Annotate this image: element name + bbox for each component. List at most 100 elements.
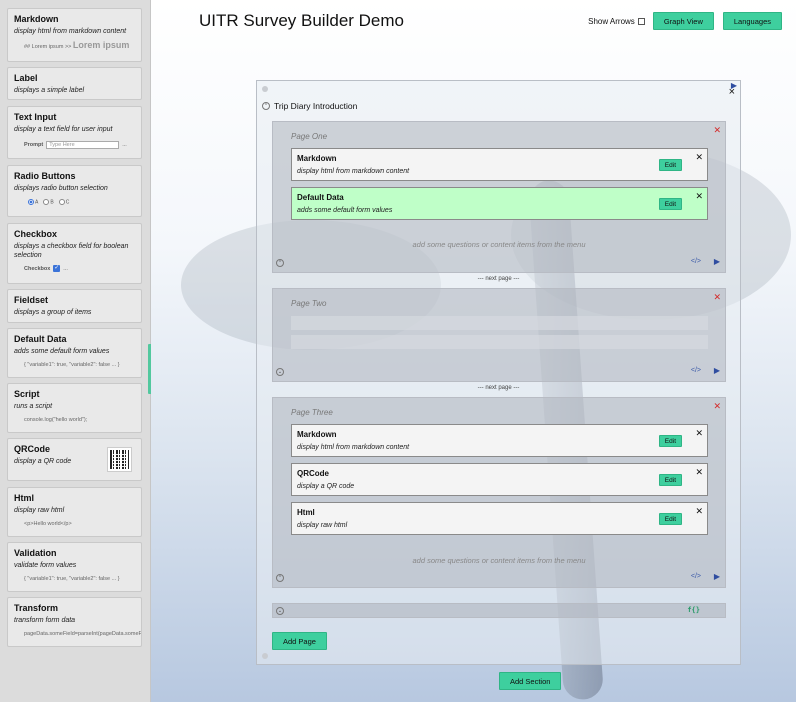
palette-item-desc: displays radio button selection [14,185,108,192]
palette-item-radio-buttons[interactable]: Radio Buttons displays radio button sele… [7,165,142,217]
palette-item-title: Transform [14,603,59,613]
content-item-highlighted[interactable]: Default Data adds some default form valu… [291,187,708,220]
palette-item-sample: <p>Hello world</p> [24,521,72,527]
header-toolbar: Show Arrows Graph View Languages [588,12,782,30]
palette-item-default-data[interactable]: Default Data adds some default form valu… [7,328,142,378]
delete-page-icon[interactable]: ✕ [713,292,721,303]
checkbox-preview: Checkbox ✓ ... [14,265,135,272]
show-arrows-checkbox[interactable] [637,17,645,25]
add-section-button[interactable]: Add Section [499,672,562,690]
palette-item-title: Text Input [14,112,57,122]
palette-item-transform[interactable]: Transform transform form data pageData.s… [7,597,142,647]
ellipsis: ... [122,142,127,148]
edit-button[interactable]: Edit [658,474,682,486]
remove-item-icon[interactable]: ✕ [695,467,703,478]
content-item[interactable]: Markdown display html from markdown cont… [291,148,708,181]
radio-option: C [58,199,69,205]
delete-page-icon[interactable]: ✕ [713,125,721,136]
empty-drop-hint: add some questions or content items from… [412,556,586,565]
show-arrows-toggle[interactable]: Show Arrows [588,17,645,26]
palette-item-title: Label [14,73,38,83]
palette-item-sample: ## Lorem ipsum >> Lorem ipsum [14,40,135,50]
add-page-button[interactable]: Add Page [272,632,327,650]
palette-item-title: Default Data [14,334,67,344]
play-icon[interactable]: ▶ [714,366,720,375]
collapse-chevron-icon[interactable]: ⌃ [262,102,270,110]
section-connector-dot[interactable] [262,653,268,659]
code-view-icon[interactable]: </> [691,258,701,265]
item-title: QRCode [297,469,329,478]
palette-item-label[interactable]: Label displays a simple label [7,67,142,100]
script-function-icon[interactable]: f{} [687,606,700,614]
remove-item-icon[interactable]: ✕ [695,191,703,202]
remove-item-icon[interactable]: ✕ [695,152,703,163]
play-icon[interactable]: ▶ [714,257,720,266]
palette-item-title: Checkbox [14,229,58,239]
expand-chevron-icon[interactable]: ⌄ [276,607,284,615]
edit-button[interactable]: Edit [658,435,682,447]
palette-item-title: Script [14,389,40,399]
radio-unchecked-icon [58,199,65,205]
content-item[interactable]: Markdown display html from markdown cont… [291,424,708,457]
palette-item-html[interactable]: Html display raw html <p>Hello world</p> [7,487,142,537]
page-footer: ⌃ </> ▶ [276,572,722,584]
delete-page-icon[interactable]: ✕ [713,401,721,412]
survey-section: × ⌃ Trip Diary Introduction Page One ✕ M… [256,80,741,665]
palette-item-desc: display a text field for user input [14,126,113,133]
radio-checked-icon [28,199,34,205]
page-title: UITR Survey Builder Demo [199,11,405,30]
qrcode-icon [107,447,132,472]
content-item[interactable]: Html display raw html Edit ✕ [291,502,708,535]
palette-item-markdown[interactable]: Markdown display html from markdown cont… [7,8,142,62]
edit-button[interactable]: Edit [658,198,682,210]
play-icon[interactable]: ▶ [714,572,720,581]
page-title[interactable]: Page Three [291,408,333,417]
ellipsis: ... [63,265,68,272]
collapse-chevron-icon[interactable]: ⌃ [276,574,284,582]
show-arrows-label: Show Arrows [588,16,635,26]
palette-item-validation[interactable]: Validation validate form values { "varia… [7,542,142,592]
section-title[interactable]: Trip Diary Introduction [274,101,357,111]
radio-option: A [28,199,38,205]
remove-item-icon[interactable]: ✕ [695,428,703,439]
edit-button[interactable]: Edit [658,159,682,171]
palette-item-desc: transform form data [14,617,76,624]
next-page-divider: --- next page --- [477,385,520,391]
palette-item-title: Radio Buttons [14,171,76,181]
edit-button[interactable]: Edit [658,513,682,525]
radio-preview: A B C [14,199,135,205]
palette-item-title: Markdown [14,14,59,24]
languages-button[interactable]: Languages [722,12,782,30]
item-desc: display raw html [297,522,348,529]
empty-item-slot [291,335,708,349]
expand-chevron-icon[interactable]: ⌄ [276,368,284,376]
palette-item-desc: displays a checkbox field for boolean se… [14,243,129,259]
content-item[interactable]: QRCode display a QR code Edit ✕ [291,463,708,496]
item-title: Markdown [297,154,337,163]
code-view-icon[interactable]: </> [691,573,701,580]
radio-unchecked-icon [43,199,50,205]
page-title[interactable]: Page One [291,132,327,141]
palette-item-fieldset[interactable]: Fieldset displays a group of items [7,289,142,323]
page-title[interactable]: Page Two [291,299,326,308]
palette-item-desc: runs a script [14,403,53,410]
page-card: Page Two ✕ ⌄ </> ▶ [272,288,726,382]
palette-item-title: Validation [14,548,57,558]
palette-item-checkbox[interactable]: Checkbox displays a checkbox field for b… [7,223,142,284]
graph-view-button[interactable]: Graph View [652,12,714,30]
page-card: Page Three ✕ Markdown display html from … [272,397,726,588]
palette-item-sample: console.log("hello world"); [24,417,88,423]
code-view-icon[interactable]: </> [691,367,701,374]
play-icon[interactable]: ▶ [731,81,737,661]
remove-item-icon[interactable]: ✕ [695,506,703,517]
next-page-divider: --- next page --- [477,276,520,282]
collapse-chevron-icon[interactable]: ⌃ [276,259,284,267]
section-connector-dot[interactable] [262,86,268,92]
palette-item-text-input[interactable]: Text Input display a text field for user… [7,106,142,159]
empty-item-slot [291,316,708,330]
palette-item-sample: pageData.someField=parseInt(pageData.som… [24,631,142,637]
palette-item-script[interactable]: Script runs a script console.log("hello … [7,383,142,433]
item-desc: display html from markdown content [297,168,410,175]
item-desc: display a QR code [297,483,355,490]
palette-item-qrcode[interactable]: QRCode display a QR code [7,438,142,481]
